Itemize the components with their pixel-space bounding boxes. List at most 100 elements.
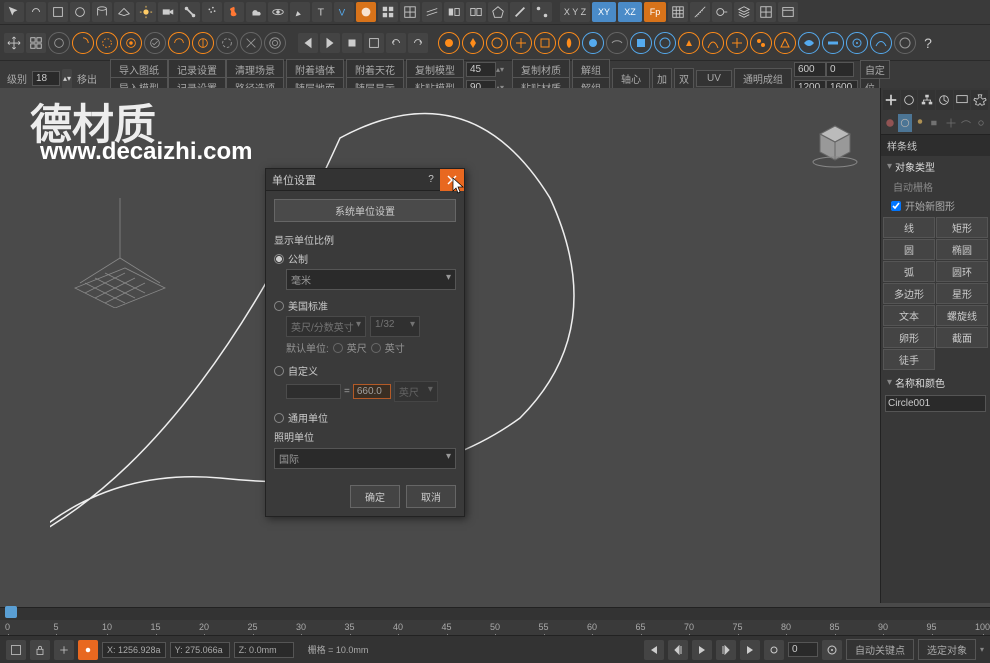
tool-text-icon[interactable]: T [312,2,332,22]
custom-unit-value[interactable] [353,384,391,399]
move-icon[interactable] [4,33,24,53]
star-button[interactable]: 星形 [936,283,988,304]
lights-icon[interactable] [913,114,927,132]
level-input[interactable] [32,71,60,86]
autokey-button[interactable]: 自动关键点 [846,639,914,660]
custom-radio[interactable]: 自定义 [274,363,456,378]
fx-14[interactable] [750,32,772,54]
display-tab-icon[interactable] [954,90,971,110]
redo-icon[interactable] [408,33,428,53]
fx-15[interactable] [774,32,796,54]
object-name-input[interactable] [885,395,986,412]
spinner-icon[interactable]: ▴▾ [62,69,72,89]
sb-pivot-icon[interactable] [78,640,98,660]
custom-unit-dropdown[interactable]: 英尺 [394,381,438,402]
time-next-icon[interactable] [740,640,760,660]
motion-tab-icon[interactable] [936,90,953,110]
window-all-icon[interactable] [26,33,46,53]
time-key-icon[interactable] [764,640,784,660]
uv-btn[interactable]: UV [696,70,732,87]
tool-vray-icon[interactable]: V [334,2,354,22]
grid-icon[interactable] [668,2,688,22]
start-new-shape-checkbox[interactable]: 开始新图形 [881,196,990,215]
measure-icon[interactable] [690,2,710,22]
viewcube-icon[interactable] [810,118,860,168]
tool-paint-icon[interactable] [290,2,310,22]
object-type-header[interactable]: 对象类型 [881,156,990,177]
tool-vert-icon[interactable] [532,2,552,22]
tool-box-icon[interactable] [48,2,68,22]
xyz-label-icon[interactable]: X Y Z [560,2,590,22]
lighting-dropdown[interactable]: 国际 [274,448,456,469]
fx-18[interactable] [846,32,868,54]
viewport-icon[interactable] [756,2,776,22]
coord-y-field[interactable]: Y: 275.066a [170,642,230,658]
cameras-icon[interactable] [928,114,942,132]
shapes-icon[interactable] [898,114,912,132]
cancel-button[interactable]: 取消 [406,485,456,508]
circle-tool-9[interactable] [240,32,262,54]
dialog-close-button[interactable] [440,169,464,191]
circle-tool-10[interactable] [264,32,286,54]
tool-fire-icon[interactable] [224,2,244,22]
system-units-button[interactable]: 系统单位设置 [274,199,456,222]
modify-tab-icon[interactable] [901,90,918,110]
tool-uvw-icon[interactable] [400,2,420,22]
tape-icon[interactable] [712,2,732,22]
fx-1[interactable] [438,32,460,54]
tool-edge-icon[interactable] [510,2,530,22]
egg-button[interactable]: 卵形 [883,327,935,348]
fx-16[interactable] [798,32,820,54]
circle-tool-8[interactable] [216,32,238,54]
stop-icon[interactable] [342,33,362,53]
circle-tool-1[interactable] [48,32,70,54]
tool-detach-icon[interactable] [466,2,486,22]
dim-600[interactable] [794,62,826,77]
fx-19[interactable] [870,32,892,54]
tool-orbit-icon[interactable] [268,2,288,22]
tool-matlib-icon[interactable] [378,2,398,22]
fx-3[interactable] [486,32,508,54]
xz-plane-icon[interactable]: XZ [618,2,642,22]
custom-btn[interactable]: 自定 [860,60,890,79]
selected-filter-button[interactable]: 选定对象 [918,639,976,660]
fx-8[interactable] [606,32,628,54]
window-icon[interactable] [778,2,798,22]
fx-11[interactable] [678,32,700,54]
undo-icon[interactable] [386,33,406,53]
metric-radio[interactable]: 公制 [274,251,456,266]
tool-bone-icon[interactable] [180,2,200,22]
circle-tool-7[interactable] [192,32,214,54]
ngon-button[interactable]: 多边形 [883,283,935,304]
rectangle-button[interactable]: 矩形 [936,217,988,238]
ellipse-button[interactable]: 椭圆 [936,239,988,260]
text-button[interactable]: 文本 [883,305,935,326]
helpers-icon[interactable] [944,114,958,132]
dim-0[interactable] [826,62,854,77]
sb-script-icon[interactable] [6,640,26,660]
us-frac-dropdown[interactable]: 1/32 [370,316,420,337]
circle-button[interactable]: 圆 [883,239,935,260]
fp-icon[interactable]: Fp [644,2,666,22]
timeline[interactable]: 0510152025303540455055606570758085909510… [0,607,990,635]
time-prev-icon[interactable] [644,640,664,660]
tool-select-icon[interactable] [4,2,24,22]
fx-20[interactable] [894,32,916,54]
metric-dropdown[interactable]: 毫米 [286,269,456,290]
utilities-tab-icon[interactable] [971,90,988,110]
tool-light-icon[interactable] [136,2,156,22]
layer-icon[interactable] [734,2,754,22]
fx-9[interactable] [630,32,652,54]
fx-12[interactable] [702,32,724,54]
time-fwd-icon[interactable] [716,640,736,660]
spacewarps-icon[interactable] [959,114,973,132]
section-button[interactable]: 截面 [936,327,988,348]
systems-icon[interactable] [974,114,988,132]
play-icon[interactable] [320,33,340,53]
freehand-button[interactable]: 徒手 [883,349,935,370]
fx-5[interactable] [534,32,556,54]
hierarchy-tab-icon[interactable] [918,90,935,110]
sb-lock-icon[interactable] [30,640,50,660]
add-btn[interactable]: 加 [652,68,672,89]
time-config-icon[interactable] [822,640,842,660]
